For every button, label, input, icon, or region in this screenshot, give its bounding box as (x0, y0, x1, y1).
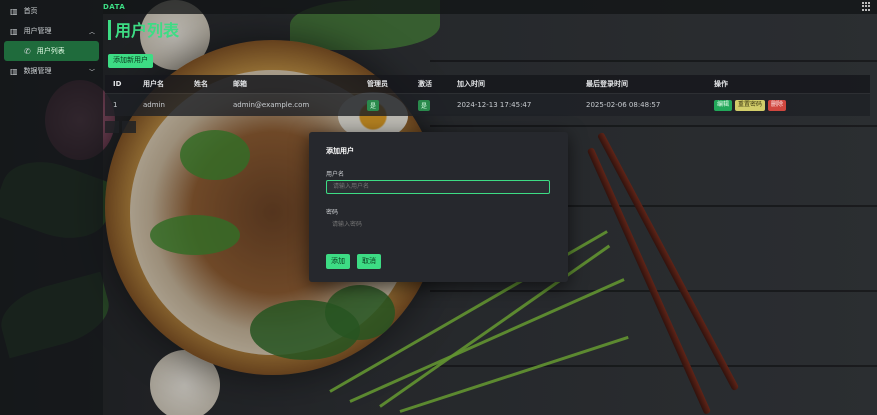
cell-actions: 编辑 重置密码 删除 (714, 99, 804, 111)
sidebar-item-label: 数据管理 (23, 67, 52, 75)
column-header: 激活 (418, 80, 432, 88)
dialog-title: 添加用户 (326, 147, 354, 155)
delete-button[interactable]: 删除 (768, 99, 787, 111)
active-badge: 是 (418, 99, 431, 111)
table-header: ID 用户名 姓名 邮箱 管理员 激活 加入时间 最后登录时间 操作 (105, 75, 870, 93)
pager-next[interactable] (122, 121, 136, 133)
username-label: 用户名 (326, 171, 345, 178)
phone-icon: ✆ (24, 46, 31, 56)
user-table: ID 用户名 姓名 邮箱 管理员 激活 加入时间 最后登录时间 操作 1 adm… (105, 75, 870, 116)
column-header: 管理员 (367, 80, 388, 88)
cell-email: admin@example.com (233, 101, 310, 109)
admin-badge: 是 (367, 99, 380, 111)
sidebar-item-label: 首页 (23, 7, 38, 15)
pager-prev[interactable] (105, 121, 119, 133)
cell-username: admin (143, 101, 165, 109)
sidebar-item-data-management[interactable]: ▥ 数据管理 ﹀ (0, 61, 103, 81)
chart-bar-icon: ▥ (10, 6, 18, 16)
cell-active: 是 (418, 99, 457, 111)
cell-last-login: 2025-02-06 08:48:57 (586, 101, 661, 109)
column-header: 加入时间 (457, 80, 485, 88)
add-user-dialog: 添加用户 用户名 密码 添加 取消 (309, 132, 568, 282)
sidebar-item-user-list[interactable]: ✆ 用户列表 (4, 41, 99, 61)
add-user-button[interactable]: 添加新用户 (108, 54, 153, 68)
column-header: 用户名 (143, 80, 164, 88)
brand-logo: DATA (103, 3, 126, 11)
sidebar-item-user-management[interactable]: ▥ 用户管理 ︿ (0, 21, 103, 41)
password-input[interactable] (326, 218, 550, 232)
sidebar: ▥ 首页 ▥ 用户管理 ︿ ✆ 用户列表 ▥ 数据管理 ﹀ (0, 0, 103, 415)
username-input[interactable] (326, 180, 550, 194)
password-label: 密码 (326, 209, 339, 216)
pagination (105, 121, 136, 133)
sidebar-item-label: 用户管理 (23, 27, 52, 35)
chevron-up-icon: ︿ (88, 28, 95, 36)
reset-password-button[interactable]: 重置密码 (735, 99, 766, 111)
page-title: 用户列表 (108, 20, 179, 40)
cell-admin: 是 (367, 99, 418, 111)
grid-menu-icon[interactable] (862, 2, 871, 11)
sidebar-item-home[interactable]: ▥ 首页 (0, 1, 103, 21)
column-header: ID (113, 80, 122, 88)
cell-id: 1 (113, 101, 118, 109)
table-row: 1 admin admin@example.com 是 是 2024-12-13… (105, 93, 870, 116)
cancel-button[interactable]: 取消 (357, 254, 381, 269)
chevron-down-icon: ﹀ (88, 68, 95, 76)
sidebar-item-label: 用户列表 (36, 47, 65, 55)
edit-button[interactable]: 编辑 (714, 99, 733, 111)
chart-bar-icon: ▥ (10, 66, 18, 76)
top-bar: DATA (103, 0, 877, 14)
column-header: 操作 (714, 80, 728, 88)
add-button[interactable]: 添加 (326, 254, 350, 269)
column-header: 姓名 (194, 80, 208, 88)
column-header: 邮箱 (233, 80, 247, 88)
column-header: 最后登录时间 (586, 80, 628, 88)
cell-joined: 2024-12-13 17:45:47 (457, 101, 532, 109)
chart-bar-icon: ▥ (10, 26, 18, 36)
